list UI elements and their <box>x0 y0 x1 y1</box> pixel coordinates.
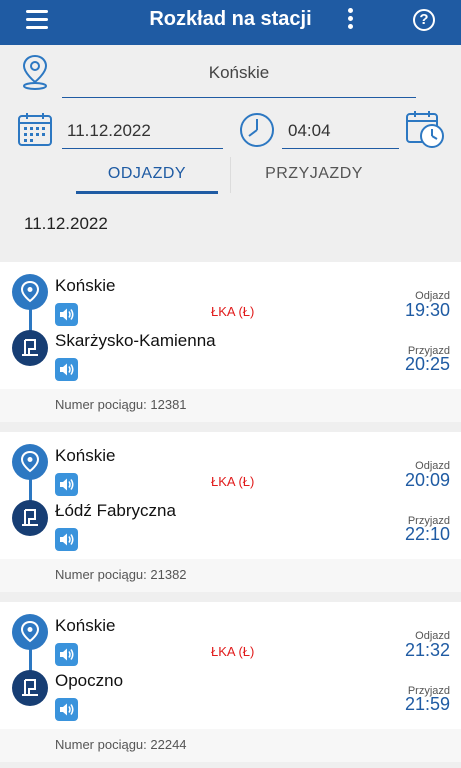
card-footer: Numer pociągu: 21382 <box>0 559 461 592</box>
help-circle-icon[interactable]: ? <box>413 9 435 31</box>
train-number: Numer pociągu: 12381 <box>55 397 187 412</box>
clock-icon[interactable] <box>238 111 276 154</box>
location-pin-icon <box>19 53 51 96</box>
list-date-header: 11.12.2022 <box>24 214 108 233</box>
departure-time: 20:09 <box>404 470 450 490</box>
tab-departures[interactable]: ODJAZDY <box>76 165 218 183</box>
tab-arrivals[interactable]: PRZYJAZDY <box>232 165 396 183</box>
speaker-icon[interactable] <box>55 473 78 496</box>
train-station-icon <box>12 500 48 536</box>
calendar-clock-icon[interactable] <box>405 109 445 154</box>
speaker-icon[interactable] <box>55 643 78 666</box>
speaker-icon[interactable] <box>55 698 78 721</box>
card-footer: Numer pociągu: 12381 <box>0 389 461 422</box>
carrier-label: ŁKA (Ł) <box>211 304 255 319</box>
active-tab-indicator <box>76 191 218 194</box>
arrival-time: 21:59 <box>404 694 450 714</box>
station-input[interactable]: Końskie <box>62 63 416 83</box>
date-input[interactable]: 11.12.2022 <box>67 121 151 141</box>
departure-time: 21:32 <box>404 640 450 660</box>
calendar-icon[interactable] <box>17 111 53 152</box>
time-input-underline <box>282 148 399 149</box>
arrival-time: 20:25 <box>404 354 450 374</box>
time-input[interactable]: 04:04 <box>288 121 331 141</box>
app-header: Rozkład na stacji ? <box>0 0 461 45</box>
departure-pin-icon <box>12 614 48 650</box>
card-footer: Numer pociągu: 22244 <box>0 729 461 762</box>
train-number: Numer pociągu: 21382 <box>55 567 187 582</box>
from-station: Końskie <box>55 446 116 465</box>
speaker-icon[interactable] <box>55 358 78 381</box>
connection-card[interactable]: Końskie ŁKA (Ł) Skarżysko-Kamienna Odjaz… <box>0 262 461 422</box>
tab-divider <box>230 157 231 193</box>
carrier-label: ŁKA (Ł) <box>211 644 255 659</box>
from-station: Końskie <box>55 276 116 295</box>
station-input-underline <box>62 97 416 98</box>
connection-card[interactable]: Końskie ŁKA (Ł) Łódź Fabryczna Odjazd 20… <box>0 432 461 592</box>
date-input-underline <box>62 148 223 149</box>
departure-pin-icon <box>12 444 48 480</box>
speaker-icon[interactable] <box>55 528 78 551</box>
from-station: Końskie <box>55 616 116 635</box>
departure-time: 19:30 <box>404 300 450 320</box>
departure-pin-icon <box>12 274 48 310</box>
carrier-label: ŁKA (Ł) <box>211 474 255 489</box>
to-station: Skarżysko-Kamienna <box>55 331 216 350</box>
to-station: Opoczno <box>55 671 124 690</box>
arrival-time: 22:10 <box>404 524 450 544</box>
more-vertical-icon[interactable] <box>345 8 355 34</box>
to-station: Łódź Fabryczna <box>55 501 176 520</box>
speaker-icon[interactable] <box>55 303 78 326</box>
connection-card[interactable]: Końskie ŁKA (Ł) Opoczno Odjazd 21:32 Prz… <box>0 602 461 762</box>
search-form: Końskie 11.12.2022 04:04 ODJAZDY PRZYJAZ… <box>0 45 461 242</box>
train-station-icon <box>12 330 48 366</box>
page-title: Rozkład na stacji <box>149 8 312 30</box>
train-number: Numer pociągu: 22244 <box>55 737 187 752</box>
train-station-icon <box>12 670 48 706</box>
